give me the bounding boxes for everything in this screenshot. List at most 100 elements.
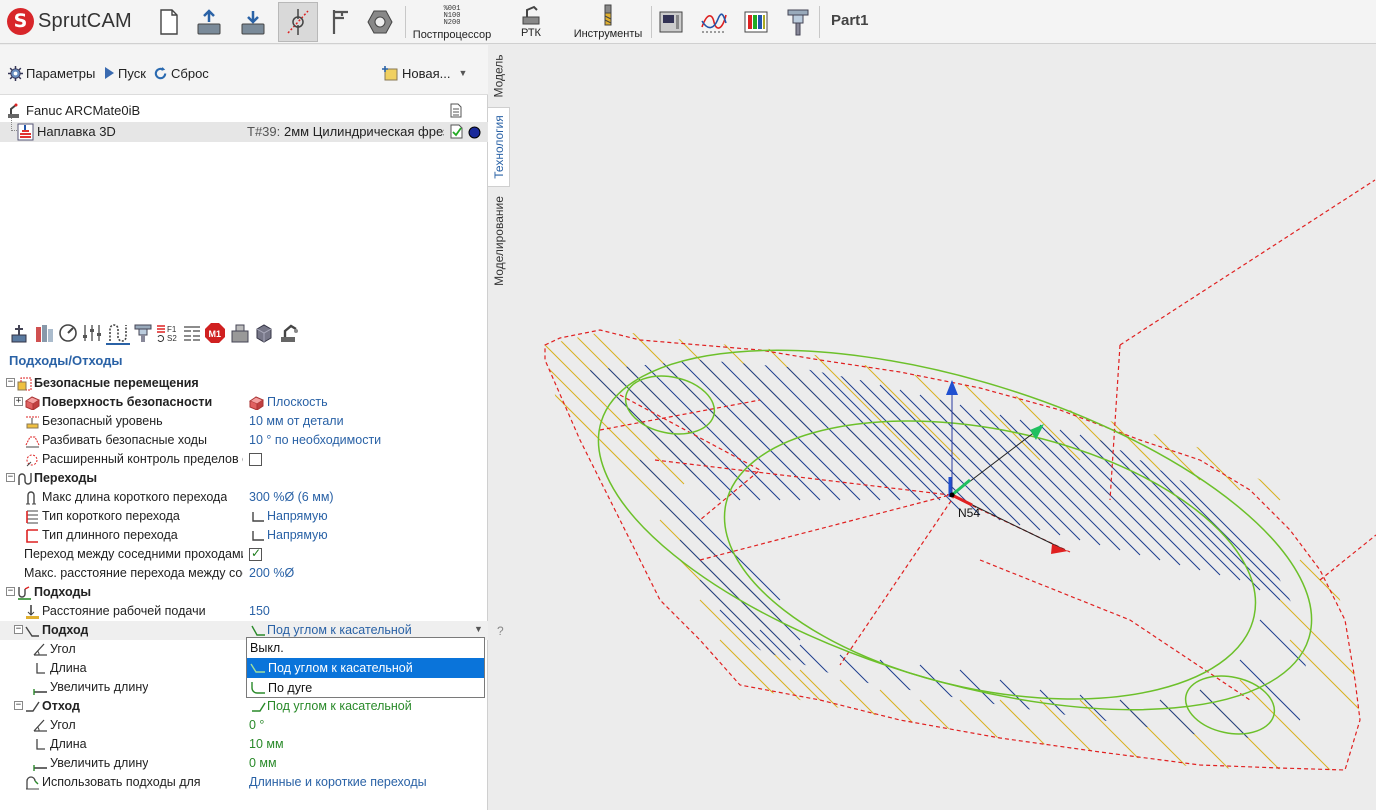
new-file-icon (160, 9, 178, 35)
gear-icon (8, 65, 23, 81)
command-bar: Параметры Пуск Сброс Новая... ▼ (0, 45, 488, 95)
dropdown-arrow-icon[interactable]: ▼ (474, 624, 483, 634)
toolbar-separator (405, 6, 406, 38)
point-label: N54 (958, 506, 980, 520)
color-view-button[interactable] (741, 2, 771, 42)
tools-button[interactable]: Инструменты (568, 2, 648, 42)
tab-machine-icon[interactable] (230, 323, 250, 343)
toolpath-mode-button[interactable] (278, 2, 318, 42)
new-operation-button[interactable]: Новая... ▼ (381, 64, 467, 82)
tree-item-operation[interactable]: Наплавка 3D T#39: 2мм Цилиндрическая фре… (0, 118, 488, 142)
palette-icon (744, 11, 768, 33)
tab-cube-icon[interactable] (254, 323, 274, 343)
param-max-dist[interactable]: Макс. расстояние перехода между сос 200 … (0, 564, 488, 583)
param-safe-surface[interactable]: + Поверхность безопасности Плоскость (0, 393, 488, 412)
tab-approach-active[interactable] (106, 321, 130, 345)
svg-text:M1: M1 (209, 329, 222, 339)
tab-gauge-icon[interactable] (58, 323, 78, 343)
collapse-toggle[interactable]: − (14, 701, 23, 710)
rapid-moves (544, 179, 1376, 771)
tab-feed-icon[interactable] (82, 323, 102, 343)
tab-model[interactable]: Модель (488, 47, 510, 105)
param-use-for[interactable]: Использовать подходы для Длинные и корот… (0, 773, 488, 792)
approaches-icon (18, 586, 31, 600)
rtk-button[interactable]: РТК (512, 2, 550, 42)
tab-approach-icon (109, 324, 127, 342)
app-logo: S SprutCAM (7, 8, 147, 36)
adjacent-checkbox[interactable] (249, 546, 262, 561)
param-split-safe[interactable]: Разбивать безопасные ходы 10 ° по необхо… (0, 431, 488, 450)
tab-technology[interactable]: Технология (488, 107, 510, 187)
tab-stock-icon[interactable] (34, 323, 54, 343)
new-project-button[interactable] (156, 2, 182, 42)
limits-control-icon (26, 454, 38, 467)
param-feed-distance[interactable]: Расстояние рабочей подачи 150 (0, 602, 488, 621)
group-transitions[interactable]: − Переходы (0, 469, 488, 488)
run-button[interactable]: Пуск (104, 64, 146, 82)
extended-control-checkbox[interactable] (249, 453, 262, 466)
direct-move-icon (252, 531, 264, 541)
measure-button[interactable] (327, 2, 353, 42)
toolbar-separator (819, 6, 820, 38)
tab-holder-icon[interactable] (134, 323, 152, 343)
param-short-type[interactable]: Тип короткого перехода Напрямую (0, 507, 488, 526)
collapse-toggle[interactable]: − (6, 587, 15, 596)
toolpath-graphics: N54 (544, 179, 1376, 771)
param-max-short[interactable]: Макс длина короткого перехода 300 %Ø (6 … (0, 488, 488, 507)
graph-view-button[interactable] (698, 2, 730, 42)
sprutcam-logo-icon: S (7, 8, 34, 35)
collapse-toggle[interactable]: − (6, 378, 15, 387)
approach-dropdown-list: Выкл. Под углом к касательной По дуге (246, 637, 485, 698)
group-approaches[interactable]: − Подходы (0, 583, 488, 602)
param-adjacent[interactable]: Переход между соседними проходами (0, 545, 488, 564)
graph-icon (701, 13, 727, 33)
chevron-down-icon: ▼ (458, 68, 468, 78)
help-icon[interactable]: ? (497, 624, 504, 638)
param-retract-increase[interactable]: Увеличить длину 0 мм (0, 754, 488, 773)
tab-list-icon[interactable] (182, 323, 202, 343)
robot-cell-icon (522, 5, 540, 25)
tab-stop-icon[interactable]: M1 (204, 322, 226, 344)
open-project-button[interactable] (195, 2, 223, 42)
expand-toggle[interactable]: + (14, 397, 23, 406)
tab-simulation[interactable]: Моделирование (488, 189, 510, 293)
safe-level-icon (26, 416, 39, 429)
parameter-tabs: F1 S2 M1 (6, 321, 306, 345)
3d-viewport[interactable]: N54 (510, 45, 1376, 810)
param-safe-level[interactable]: Безопасный уровень 10 мм от детали (0, 412, 488, 431)
machine-view-button[interactable] (656, 2, 686, 42)
safe-moves-icon (17, 377, 32, 391)
document-icon[interactable] (450, 103, 462, 118)
tool-holder-button[interactable] (784, 2, 812, 42)
dropdown-option-tangent-angle[interactable]: Под углом к касательной (247, 658, 484, 678)
parameters-button[interactable]: Параметры (8, 64, 95, 82)
collapse-toggle[interactable]: − (6, 473, 15, 482)
tab-f1-s2-icon[interactable]: F1S2 (156, 323, 178, 343)
postprocessor-button[interactable]: %001 N100 N200 Постпроцессор (410, 2, 494, 42)
open-disk-icon (197, 9, 221, 35)
short-transition-icon (26, 491, 36, 505)
dropdown-option-off[interactable]: Выкл. (247, 638, 484, 658)
inspect-button[interactable] (366, 2, 394, 42)
reset-button[interactable]: Сброс (153, 64, 209, 82)
param-extended-control[interactable]: Расширенный контроль пределов с (0, 450, 488, 469)
group-safe-moves[interactable]: − Безопасные перемещения (0, 374, 488, 393)
param-retract-length[interactable]: Длина 10 мм (0, 735, 488, 754)
dropdown-option-arc[interactable]: По дуге (247, 678, 484, 698)
angle-approach-icon (251, 625, 265, 636)
angle-approach-icon (250, 663, 265, 673)
tree-item-machine[interactable]: Fanuc ARCMate0iB (0, 101, 488, 121)
new-operation-icon (382, 66, 398, 81)
main-toolbar: S SprutCAM %001 N100 N200 Постпроцессор … (0, 0, 1376, 44)
tab-tool-icon[interactable] (10, 323, 28, 343)
collapse-toggle[interactable]: − (14, 625, 23, 634)
app-name: SprutCAM (38, 10, 132, 32)
param-retract-angle[interactable]: Угол 0 ° (0, 716, 488, 735)
save-project-button[interactable] (239, 2, 267, 42)
use-approaches-icon (26, 776, 39, 790)
param-long-type[interactable]: Тип длинного перехода Напрямую (0, 526, 488, 545)
param-retract[interactable]: − Отход Под углом к касательной (0, 697, 488, 716)
postprocessor-label: Постпроцессор (412, 29, 492, 41)
nc-code-icon: %001 N100 N200 (443, 5, 461, 27)
tab-robot-icon[interactable] (278, 323, 300, 343)
